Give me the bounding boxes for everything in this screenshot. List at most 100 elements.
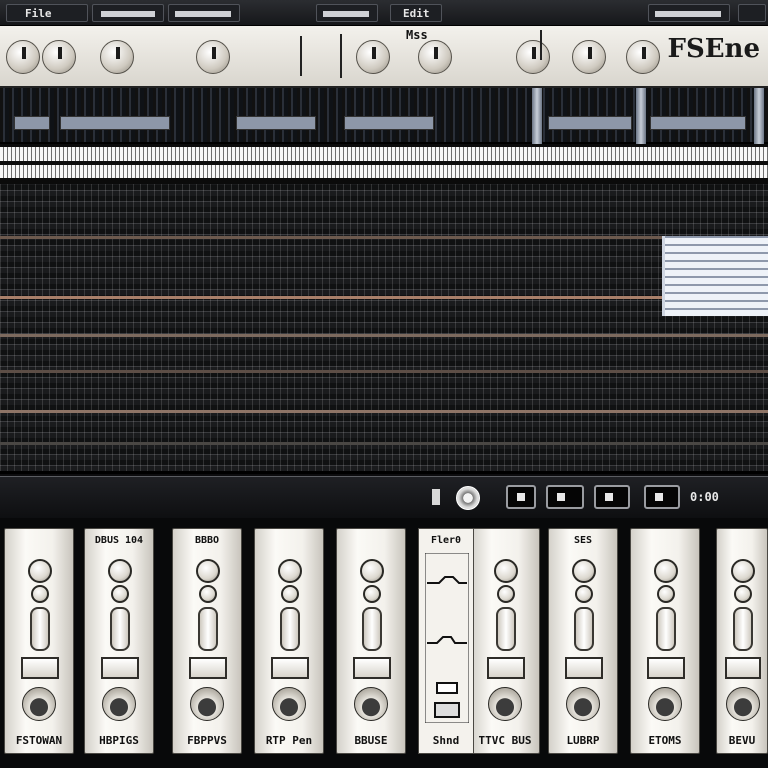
channel-fader[interactable]: [110, 607, 130, 651]
channel-eq-knob[interactable]: [657, 585, 675, 603]
channel-gain-knob[interactable]: [654, 559, 678, 583]
channel-pan-knob[interactable]: [648, 687, 682, 721]
arrangement-grid[interactable]: [0, 184, 768, 474]
menu-edit[interactable]: Edit: [390, 4, 442, 22]
channel-fader-cap[interactable]: [271, 657, 309, 679]
channel-pan-knob[interactable]: [566, 687, 600, 721]
channel-pan-knob[interactable]: [190, 687, 224, 721]
channel-fader-cap[interactable]: [353, 657, 391, 679]
menu-file-label: File: [25, 7, 52, 20]
header-divider-3: [540, 30, 542, 60]
header-knob-2[interactable]: [42, 40, 76, 74]
master-dial[interactable]: [456, 486, 480, 510]
header-knob-4[interactable]: [196, 40, 230, 74]
channel-gain-knob[interactable]: [731, 559, 755, 583]
play-button[interactable]: [546, 485, 584, 509]
channel-fader[interactable]: [362, 607, 382, 651]
channel-strip-2[interactable]: DBUS 104 HBPIGS: [84, 528, 154, 754]
channel-fader-cap[interactable]: [647, 657, 685, 679]
meter-lcd-1: [14, 116, 50, 130]
menu-position[interactable]: [168, 4, 240, 22]
menu-status[interactable]: [648, 4, 730, 22]
header-knob-5[interactable]: [356, 40, 390, 74]
menu-display[interactable]: [92, 4, 164, 22]
channel-fader-cap[interactable]: [101, 657, 139, 679]
filter-title: Fler0: [430, 535, 462, 546]
channel-strip-5[interactable]: BBUSE: [336, 528, 406, 754]
channel-gain-knob[interactable]: [278, 559, 302, 583]
header-knob-1[interactable]: [6, 40, 40, 74]
channel-gain-knob[interactable]: [108, 559, 132, 583]
channel-strip-3[interactable]: BBBO FBPPVS: [172, 528, 242, 754]
channel-pan-knob[interactable]: [272, 687, 306, 721]
stop-button[interactable]: [506, 485, 536, 509]
track-lane-2: [0, 296, 768, 299]
channel-gain-knob[interactable]: [28, 559, 52, 583]
loop-button[interactable]: [644, 485, 680, 509]
channel-fader-cap[interactable]: [487, 657, 525, 679]
channel-eq-knob[interactable]: [281, 585, 299, 603]
channel-strip-6[interactable]: TTVC BUS: [470, 528, 540, 754]
menu-file[interactable]: File: [6, 4, 88, 22]
channel-gain-knob[interactable]: [572, 559, 596, 583]
channel-eq-knob[interactable]: [111, 585, 129, 603]
channel-gain-knob[interactable]: [196, 559, 220, 583]
channel-eq-knob[interactable]: [31, 585, 49, 603]
channel-fader-cap[interactable]: [21, 657, 59, 679]
channel-fader[interactable]: [733, 607, 753, 651]
track-lane-4: [0, 370, 768, 373]
record-button[interactable]: [594, 485, 630, 509]
channel-fader[interactable]: [198, 607, 218, 651]
channel-strip-8[interactable]: ETOMS: [630, 528, 700, 754]
channel-fader-cap[interactable]: [189, 657, 227, 679]
timeline-ruler[interactable]: [0, 144, 768, 184]
channel-gain-knob[interactable]: [494, 559, 518, 583]
menu-tempo[interactable]: [316, 4, 378, 22]
menu-tempo-bar: [323, 11, 369, 17]
filter-name: Shnd: [432, 734, 460, 747]
channel-fader-cap[interactable]: [565, 657, 603, 679]
channel-eq-knob[interactable]: [575, 585, 593, 603]
menu-status-bar: [655, 11, 721, 17]
menu-window[interactable]: [738, 4, 766, 22]
channel-eq-knob[interactable]: [734, 585, 752, 603]
channel-name: FBPPVS: [187, 734, 227, 747]
track-lane-3: [0, 334, 768, 337]
meter-pillar-3: [754, 88, 764, 144]
header-knob-6[interactable]: [418, 40, 452, 74]
channel-title: DBUS 104: [94, 535, 144, 546]
channel-name: BBUSE: [354, 734, 388, 747]
channel-eq-knob[interactable]: [199, 585, 217, 603]
header-knob-7[interactable]: [516, 40, 550, 74]
loop-icon: [655, 493, 663, 501]
toolbar-separator: [432, 489, 440, 505]
channel-fader-cap[interactable]: [725, 657, 761, 679]
channel-fader[interactable]: [30, 607, 50, 651]
stop-icon: [517, 493, 525, 501]
channel-strip-9[interactable]: BEVU: [716, 528, 768, 754]
channel-strip-7[interactable]: SES LUBRP: [548, 528, 618, 754]
channel-pan-knob[interactable]: [488, 687, 522, 721]
selected-clip[interactable]: [662, 236, 768, 316]
channel-fader[interactable]: [496, 607, 516, 651]
header-knob-9[interactable]: [626, 40, 660, 74]
channel-pan-knob[interactable]: [22, 687, 56, 721]
channel-pan-knob[interactable]: [354, 687, 388, 721]
channel-eq-knob[interactable]: [363, 585, 381, 603]
channel-eq-knob[interactable]: [497, 585, 515, 603]
channel-fader[interactable]: [574, 607, 594, 651]
channel-pan-knob[interactable]: [102, 687, 136, 721]
record-icon: [605, 493, 613, 501]
channel-pan-knob[interactable]: [726, 687, 760, 721]
filter-envelope-graph[interactable]: [425, 553, 469, 723]
channel-gain-knob[interactable]: [360, 559, 384, 583]
channel-strip-4[interactable]: RTP Pen: [254, 528, 324, 754]
channel-name: HBPIGS: [99, 734, 139, 747]
channel-fader[interactable]: [656, 607, 676, 651]
channel-fader[interactable]: [280, 607, 300, 651]
channel-strip-1[interactable]: FSTOWAN: [4, 528, 74, 754]
header-knob-8[interactable]: [572, 40, 606, 74]
filter-strip[interactable]: Fler0 Shnd: [418, 528, 474, 754]
header-knob-3[interactable]: [100, 40, 134, 74]
meter-strip: [0, 88, 768, 144]
